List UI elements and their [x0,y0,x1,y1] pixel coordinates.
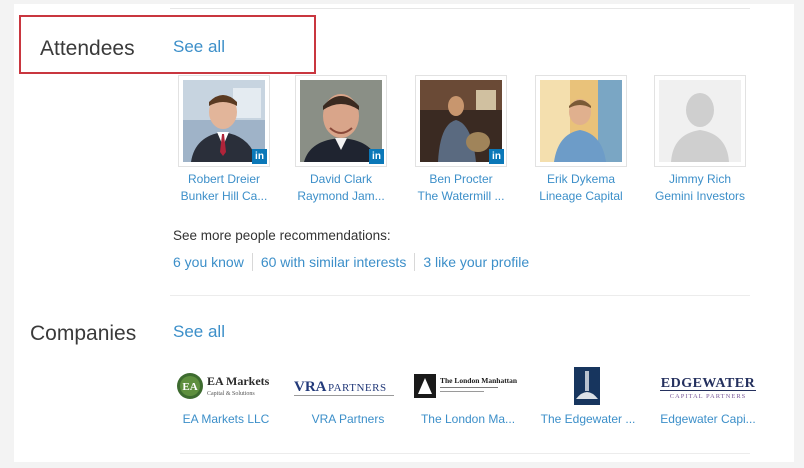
company-name[interactable]: EA Markets LLC [167,412,285,426]
attendee-photo-frame[interactable] [654,75,746,167]
linkedin-icon: in [252,149,267,164]
company-card[interactable]: The London Manhattan The London Ma... [409,364,527,426]
attendee-company[interactable]: The Watermill ... [408,188,514,205]
company-name[interactable]: The Edgewater ... [529,412,647,426]
company-logo[interactable]: EA EA Markets Capital & Solutions [167,364,285,408]
attendees-heading: Attendees [40,37,135,60]
companies-see-all-link[interactable]: See all [173,322,225,342]
attendee-card[interactable]: in David Clark Raymond Jam... [288,75,394,205]
attendee-name[interactable]: Robert Dreier [171,171,277,188]
company-card[interactable]: EA EA Markets Capital & Solutions EA Mar… [167,364,285,426]
svg-text:Capital & Solutions: Capital & Solutions [207,391,255,397]
svg-text:EDGEWATER: EDGEWATER [661,376,756,391]
top-divider [170,8,750,9]
attendee-name[interactable]: Jimmy Rich [647,171,753,188]
svg-text:EA: EA [182,381,197,393]
attendee-company[interactable]: Gemini Investors [647,188,753,205]
attendee-card[interactable]: in Ben Procter The Watermill ... [408,75,514,205]
default-avatar-icon[interactable] [659,80,741,162]
attendee-name[interactable]: David Clark [288,171,394,188]
attendee-photo-frame[interactable]: in [415,75,507,167]
svg-text:VRA: VRA [294,379,327,395]
linkedin-icon: in [489,149,504,164]
attendee-name[interactable]: Ben Procter [408,171,514,188]
company-logo[interactable]: EDGEWATER CAPITAL PARTNERS [649,364,767,408]
company-card[interactable]: EDGEWATER CAPITAL PARTNERS Edgewater Cap… [649,364,767,426]
attendee-company[interactable]: Bunker Hill Ca... [171,188,277,205]
recommendations-label: See more people recommendations: [173,228,391,243]
recommendation-similar-interests-link[interactable]: 60 with similar interests [261,254,407,270]
svg-text:The London Manhattan: The London Manhattan [440,376,518,385]
svg-text:EA Markets: EA Markets [207,374,270,388]
company-name[interactable]: Edgewater Capi... [649,412,767,426]
company-card[interactable]: The Edgewater ... [529,364,647,426]
company-logo[interactable]: The London Manhattan [409,364,527,408]
bottom-divider [180,453,750,454]
company-name[interactable]: The London Ma... [409,412,527,426]
company-logo[interactable]: VRA PARTNERS [289,364,407,408]
svg-text:CAPITAL PARTNERS: CAPITAL PARTNERS [670,393,747,400]
attendee-company[interactable]: Lineage Capital [528,188,634,205]
attendee-photo[interactable] [540,80,622,162]
attendee-photo-frame[interactable] [535,75,627,167]
attendee-card[interactable]: Erik Dykema Lineage Capital [528,75,634,205]
recommendation-links: 6 you know 60 with similar interests 3 l… [173,253,529,271]
link-separator [414,253,416,271]
attendee-company[interactable]: Raymond Jam... [288,188,394,205]
recommendation-you-know-link[interactable]: 6 you know [173,254,244,270]
companies-heading: Companies [30,322,137,345]
attendee-photo-frame[interactable]: in [295,75,387,167]
company-logo[interactable] [529,364,647,408]
attendee-name[interactable]: Erik Dykema [528,171,634,188]
linkedin-icon: in [369,149,384,164]
attendee-photo-frame[interactable]: in [178,75,270,167]
attendee-card[interactable]: in Robert Dreier Bunker Hill Ca... [171,75,277,205]
section-divider [170,295,750,296]
attendee-card[interactable]: Jimmy Rich Gemini Investors [647,75,753,205]
recommendation-like-profile-link[interactable]: 3 like your profile [423,254,529,270]
attendees-see-all-link[interactable]: See all [173,37,225,57]
link-separator [251,253,253,271]
company-name[interactable]: VRA Partners [289,412,407,426]
company-card[interactable]: VRA PARTNERS VRA Partners [289,364,407,426]
svg-text:PARTNERS: PARTNERS [328,382,387,394]
